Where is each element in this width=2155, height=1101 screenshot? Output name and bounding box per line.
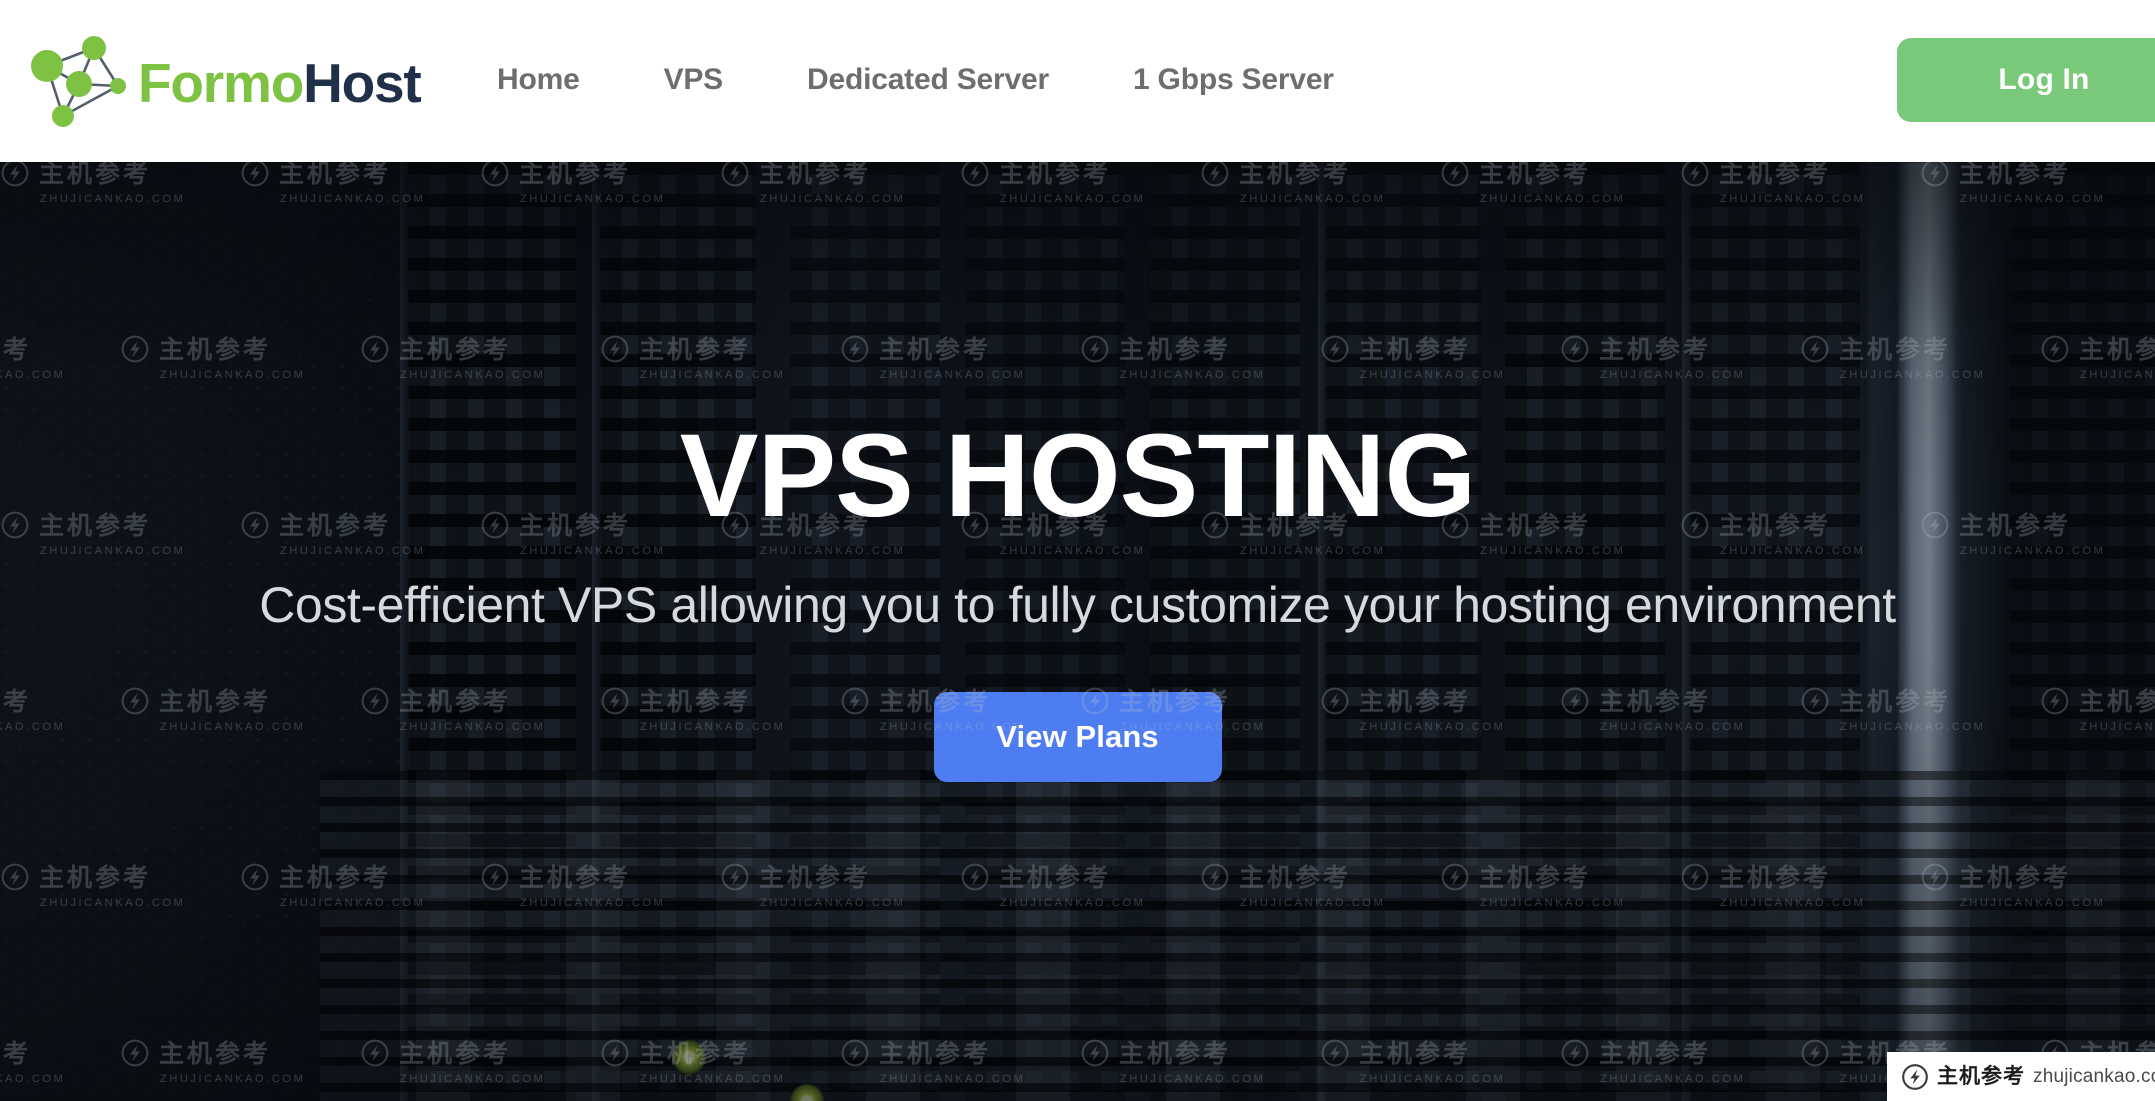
hero-content: VPS HOSTING Cost-efficient VPS allowing … (0, 162, 2155, 1101)
badge-domain-text: zhujicankao.com (2033, 1066, 2155, 1087)
site-attribution-badge: 主机参考 zhujicankao.com (1887, 1052, 2155, 1101)
nav-item-vps[interactable]: VPS (622, 63, 765, 97)
view-plans-button[interactable]: View Plans (933, 692, 1222, 782)
network-graph-icon (31, 36, 126, 127)
nav-item-dedicated-server[interactable]: Dedicated Server (765, 63, 1091, 97)
logo-wordmark: FormoHost (138, 55, 422, 111)
page-root: VPS HOSTING Cost-efficient VPS allowing … (0, 0, 2155, 1101)
nav-item-1gbps-server[interactable]: 1 Gbps Server (1091, 63, 1376, 97)
lightning-circle-icon (1902, 1063, 1928, 1090)
hero-title: VPS HOSTING (679, 410, 1476, 542)
hero-section: VPS HOSTING Cost-efficient VPS allowing … (0, 162, 2155, 1101)
main-navigation: Home VPS Dedicated Server 1 Gbps Server (455, 0, 1376, 162)
hero-subtitle: Cost-efficient VPS allowing you to fully… (259, 577, 1896, 633)
login-button-label: Log In (1998, 63, 2090, 96)
nav-item-home[interactable]: Home (455, 63, 622, 97)
logo-text-primary: Formo (138, 51, 304, 114)
badge-chinese-text: 主机参考 (1937, 1064, 2025, 1088)
site-header: FormoHost Home VPS Dedicated Server 1 Gb… (0, 0, 2155, 162)
site-logo[interactable]: FormoHost (22, 26, 422, 136)
logo-text-secondary: Host (303, 51, 422, 114)
login-button[interactable]: Log In (1897, 38, 2155, 122)
